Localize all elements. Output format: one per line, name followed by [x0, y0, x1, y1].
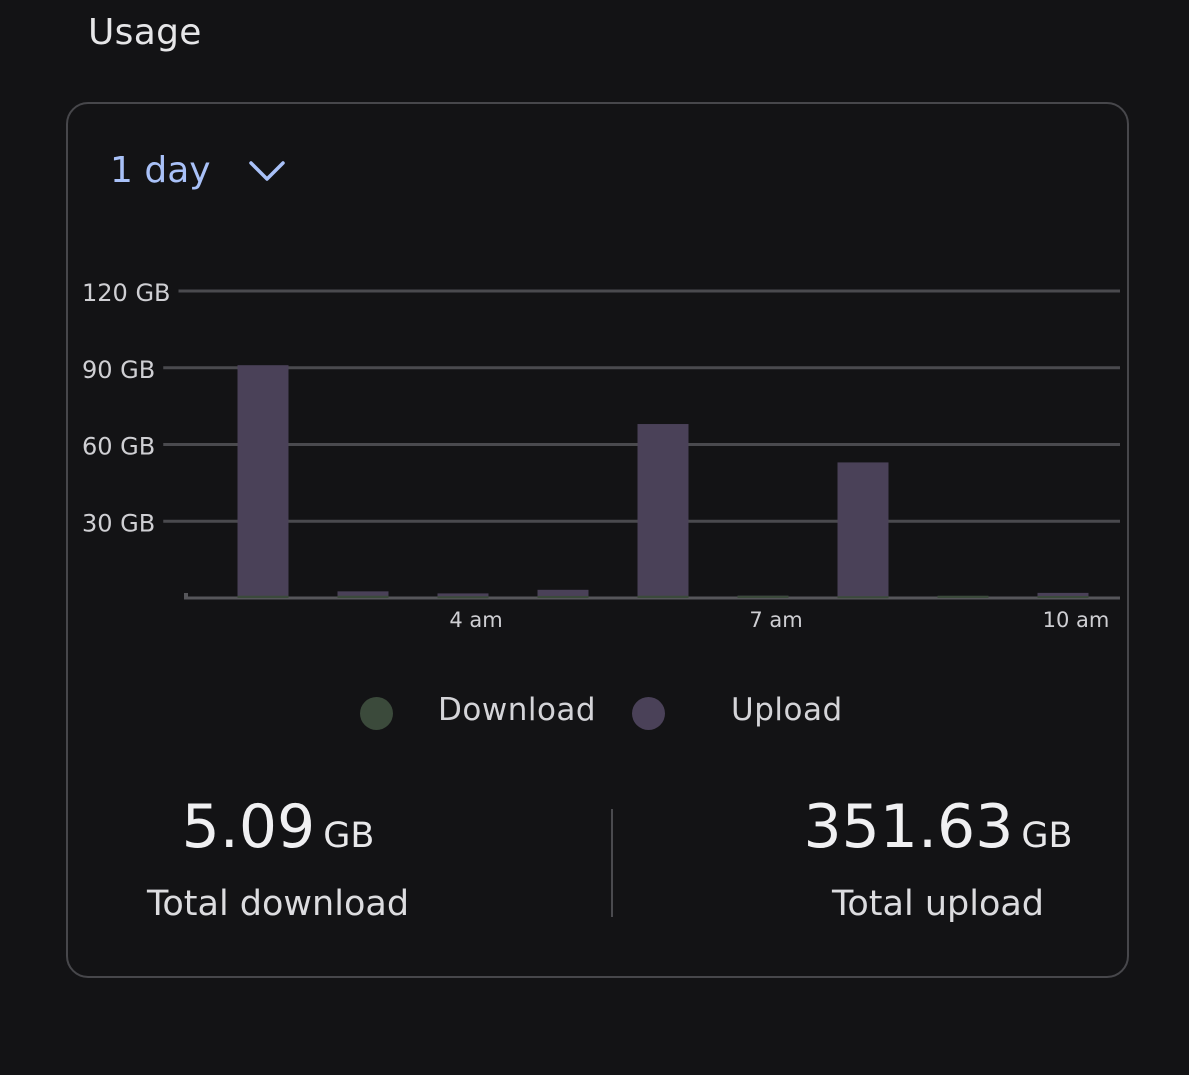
legend-download-label: Download: [438, 692, 597, 728]
total-download-number: 5.09: [181, 792, 316, 862]
section-title: Usage: [88, 12, 202, 53]
x-axis-start-tick: [184, 593, 188, 598]
legend-download-swatch: [360, 697, 393, 730]
upload-bar: [837, 462, 889, 598]
total-download-label: Total download: [146, 884, 410, 924]
total-download-value: 5.09 GB: [68, 792, 488, 862]
x-tick-label: 10 am: [1043, 608, 1110, 632]
stats-divider: [611, 809, 613, 917]
upload-bar: [237, 365, 289, 598]
usage-card: 1 day 30 GB 60 GB 90 GB 120 GB 4 am 7 am 10 am…: [66, 102, 1129, 978]
total-download-stat: 5.09 GB Total download: [68, 792, 488, 924]
download-bar: [937, 595, 989, 598]
download-bar: [837, 596, 889, 599]
legend-upload-swatch: [632, 697, 665, 730]
chart-legend: Download Upload: [68, 692, 1127, 736]
download-bar: [337, 595, 389, 598]
total-upload-label: Total upload: [831, 884, 1045, 924]
download-bar: [537, 595, 589, 598]
download-bar: [237, 595, 289, 598]
y-tick-label: 120 GB: [82, 279, 171, 307]
y-tick-label: 30 GB: [82, 509, 155, 537]
x-tick-label: 7 am: [749, 608, 802, 632]
download-bar: [1037, 595, 1089, 598]
download-bar: [637, 595, 689, 598]
time-range-dropdown[interactable]: 1 day: [110, 150, 287, 191]
total-upload-stat: 351.63 GB Total upload: [728, 792, 1148, 924]
total-upload-value: 351.63 GB: [728, 792, 1148, 862]
x-tick-label: 4 am: [449, 608, 502, 632]
total-download-unit: GB: [323, 816, 375, 856]
upload-bar: [637, 424, 689, 598]
usage-screen: Usage 1 day 30 GB 60 GB 90 GB 120 GB 4 am 7 a…: [0, 0, 1189, 1075]
total-upload-number: 351.63: [803, 792, 1014, 862]
y-tick-label: 60 GB: [82, 433, 155, 461]
time-range-label: 1 day: [110, 150, 211, 191]
legend-upload-label: Upload: [731, 692, 843, 728]
usage-bar-chart: 30 GB 60 GB 90 GB 120 GB 4 am 7 am 10 am: [82, 279, 1120, 632]
download-bar: [437, 596, 489, 599]
y-tick-label: 90 GB: [82, 356, 155, 384]
download-bar: [737, 595, 789, 598]
chevron-down-icon: [248, 160, 285, 181]
total-upload-unit: GB: [1021, 816, 1073, 856]
